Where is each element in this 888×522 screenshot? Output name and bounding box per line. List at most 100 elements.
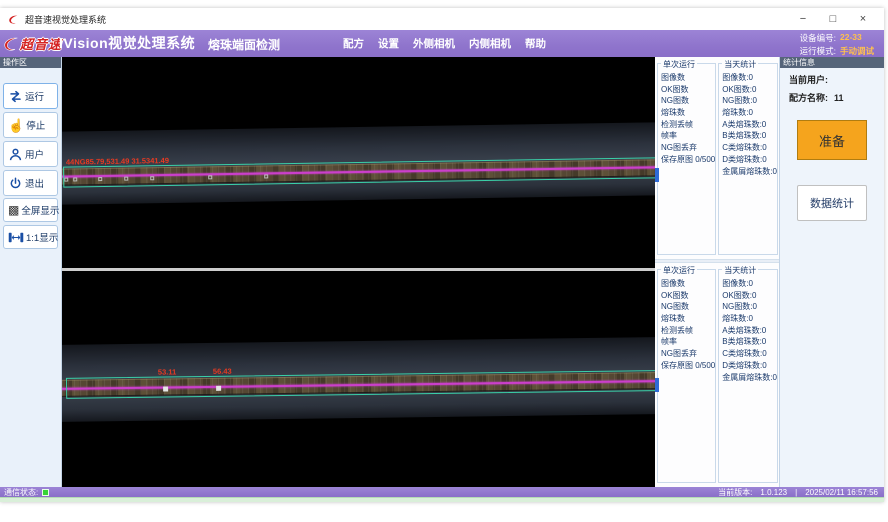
- user-button[interactable]: 用户: [3, 141, 58, 167]
- fullscreen-grid-icon: ▩: [8, 204, 19, 216]
- one-to-one-icon: [8, 231, 24, 244]
- maximize-icon[interactable]: □: [818, 8, 848, 30]
- sidebar-header: 操作区: [0, 57, 61, 68]
- stat-row: 检测丢帧: [661, 325, 715, 337]
- stat-row: 检测丢帧: [661, 119, 715, 131]
- stop-button[interactable]: ☝ 停止: [3, 112, 58, 138]
- device-info: 设备编号: 22-33 运行模式: 手动调试: [800, 32, 874, 57]
- datetime-value: 2025/02/11 16:57:56: [805, 488, 878, 497]
- groupbox-title: 当天统计: [722, 59, 758, 70]
- run-mode-value: 手动调试: [840, 45, 874, 57]
- recipe-name-label: 配方名称:: [789, 93, 828, 103]
- menu-item-help[interactable]: 帮助: [525, 36, 546, 51]
- device-id-value: 22-33: [840, 32, 874, 44]
- stats-area: 单次运行 图像数OK图数NG图数熔珠数检测丢帧帧率NG图丢弃保存原图 0/500…: [655, 57, 780, 487]
- status-separator: |: [795, 488, 797, 497]
- stat-row: 帧率: [661, 130, 715, 142]
- top-annotation: 44NG85.79,531.49 31.5341.49: [66, 156, 169, 167]
- exit-button[interactable]: 退出: [3, 170, 58, 196]
- user-button-label: 用户: [25, 147, 44, 161]
- sidebar: 操作区 运行 ☝ 停止 用户: [0, 57, 62, 487]
- stat-row: 图像数:0: [722, 278, 777, 290]
- exit-button-label: 退出: [25, 176, 44, 190]
- version-label: 当前版本:: [718, 487, 752, 498]
- one-to-one-button-label: 1:1显示: [26, 230, 58, 244]
- stat-row: 图像数: [661, 278, 715, 290]
- run-loop-icon: [8, 89, 23, 104]
- image-area: 44NG85.79,531.49 31.5341.49 53.11: [62, 57, 655, 487]
- menu-bar: 配方 设置 外侧相机 内侧相机 帮助: [343, 30, 546, 57]
- app-window: 超音速视觉处理系统 − □ × 超音速 IVision视觉处理系统 熔珠端面检测…: [0, 8, 884, 502]
- user-icon: [8, 147, 23, 162]
- stat-row: D类熔珠数:0: [722, 154, 777, 166]
- fullscreen-button[interactable]: ▩ 全屏显示: [3, 198, 58, 222]
- recipe-name-value: 11: [834, 93, 844, 103]
- menu-item-settings[interactable]: 设置: [378, 36, 399, 51]
- groupbox-title: 单次运行: [661, 265, 697, 276]
- stat-row: 熔珠数: [661, 313, 715, 325]
- minimize-icon[interactable]: −: [788, 8, 818, 30]
- info-panel: 统计信息 当前用户: 配方名称:11 准备 数据统计: [780, 57, 884, 487]
- stop-button-label: 停止: [26, 118, 45, 132]
- stat-row: B类熔珠数:0: [722, 130, 777, 142]
- stat-row: 熔珠数:0: [722, 107, 777, 119]
- bottom-strip-group: 53.11 56.43: [62, 271, 655, 487]
- brand-swoosh-icon: [3, 36, 19, 52]
- stop-hand-icon: ☝: [8, 119, 24, 132]
- groupbox-today: 当天统计 图像数:0OK图数:0NG图数:0熔珠数:0A类熔珠数:0B类熔珠数:…: [718, 269, 778, 483]
- info-panel-header: 统计信息: [780, 57, 884, 68]
- screen: 超音速视觉处理系统 − □ × 超音速 IVision视觉处理系统 熔珠端面检测…: [0, 0, 888, 522]
- run-button[interactable]: 运行: [3, 83, 58, 109]
- status-bar: 通信状态: 当前版本: 1.0.123 | 2025/02/11 16:57:5…: [0, 487, 884, 497]
- recipe-line: 配方名称: 11: [789, 91, 884, 104]
- stat-row: NG图丢弃: [661, 142, 715, 154]
- page-subtitle: 熔珠端面检测: [208, 36, 280, 53]
- stat-row: 金属屑熔珠数:0: [722, 372, 777, 384]
- app-logo-icon: [8, 14, 19, 25]
- window-bottom-strip: [0, 497, 884, 502]
- menu-item-outer-camera[interactable]: 外侧相机: [413, 36, 455, 51]
- stat-row: NG图数:0: [722, 301, 777, 313]
- version-value: 1.0.123: [760, 488, 787, 497]
- close-icon[interactable]: ×: [848, 8, 878, 30]
- stat-row: A类熔珠数:0: [722, 325, 777, 337]
- stat-row: C类熔珠数:0: [722, 142, 777, 154]
- device-id-label: 设备编号:: [800, 32, 836, 44]
- inner-camera-viewport[interactable]: 53.11 56.43: [62, 271, 655, 487]
- stat-row: 保存原图 0/500: [661, 154, 715, 166]
- menu-item-inner-camera[interactable]: 内侧相机: [469, 36, 511, 51]
- outer-camera-viewport[interactable]: 44NG85.79,531.49 31.5341.49: [62, 57, 655, 268]
- stat-row: NG图数:0: [722, 95, 777, 107]
- stat-row: NG图数: [661, 95, 715, 107]
- groupbox-title: 当天统计: [722, 265, 758, 276]
- menu-item-recipe[interactable]: 配方: [343, 36, 364, 51]
- brand-logo: 超音速: [3, 32, 62, 55]
- fullscreen-button-label: 全屏显示: [21, 203, 59, 217]
- stat-row: 金属屑熔珠数:0: [722, 166, 777, 178]
- main-area: 操作区 运行 ☝ 停止 用户: [0, 57, 884, 487]
- one-to-one-button[interactable]: 1:1显示: [3, 225, 58, 249]
- stat-row: 帧率: [661, 336, 715, 348]
- stat-row: D类熔珠数:0: [722, 360, 777, 372]
- stat-row: A类熔珠数:0: [722, 119, 777, 131]
- data-statistics-button[interactable]: 数据统计: [797, 185, 867, 221]
- stat-row: OK图数:0: [722, 84, 777, 96]
- stat-row: OK图数: [661, 290, 715, 302]
- stat-row: NG图数: [661, 301, 715, 313]
- brand-name: 超音速: [20, 34, 62, 53]
- scrollbar-fragment[interactable]: [655, 378, 659, 392]
- stat-row: OK图数:0: [722, 290, 777, 302]
- groupbox-single-run: 单次运行 图像数OK图数NG图数熔珠数检测丢帧帧率NG图丢弃保存原图 0/500: [657, 269, 716, 483]
- stat-row: 保存原图 0/500: [661, 360, 715, 372]
- stat-row: C类熔珠数:0: [722, 348, 777, 360]
- prepare-button[interactable]: 准备: [797, 120, 867, 160]
- top-strip-group: 44NG85.79,531.49 31.5341.49: [62, 57, 655, 268]
- stat-row: OK图数: [661, 84, 715, 96]
- groupbox-today: 当天统计 图像数:0OK图数:0NG图数:0熔珠数:0A类熔珠数:0B类熔珠数:…: [718, 63, 778, 255]
- app-header: 超音速 IVision视觉处理系统 熔珠端面检测 配方 设置 外侧相机 内侧相机…: [0, 30, 884, 57]
- scrollbar-fragment[interactable]: [655, 168, 659, 182]
- window-titlebar: 超音速视觉处理系统 − □ ×: [0, 8, 884, 30]
- stat-row: 图像数: [661, 72, 715, 84]
- power-icon: [8, 176, 23, 191]
- comm-status-label: 通信状态:: [4, 487, 38, 498]
